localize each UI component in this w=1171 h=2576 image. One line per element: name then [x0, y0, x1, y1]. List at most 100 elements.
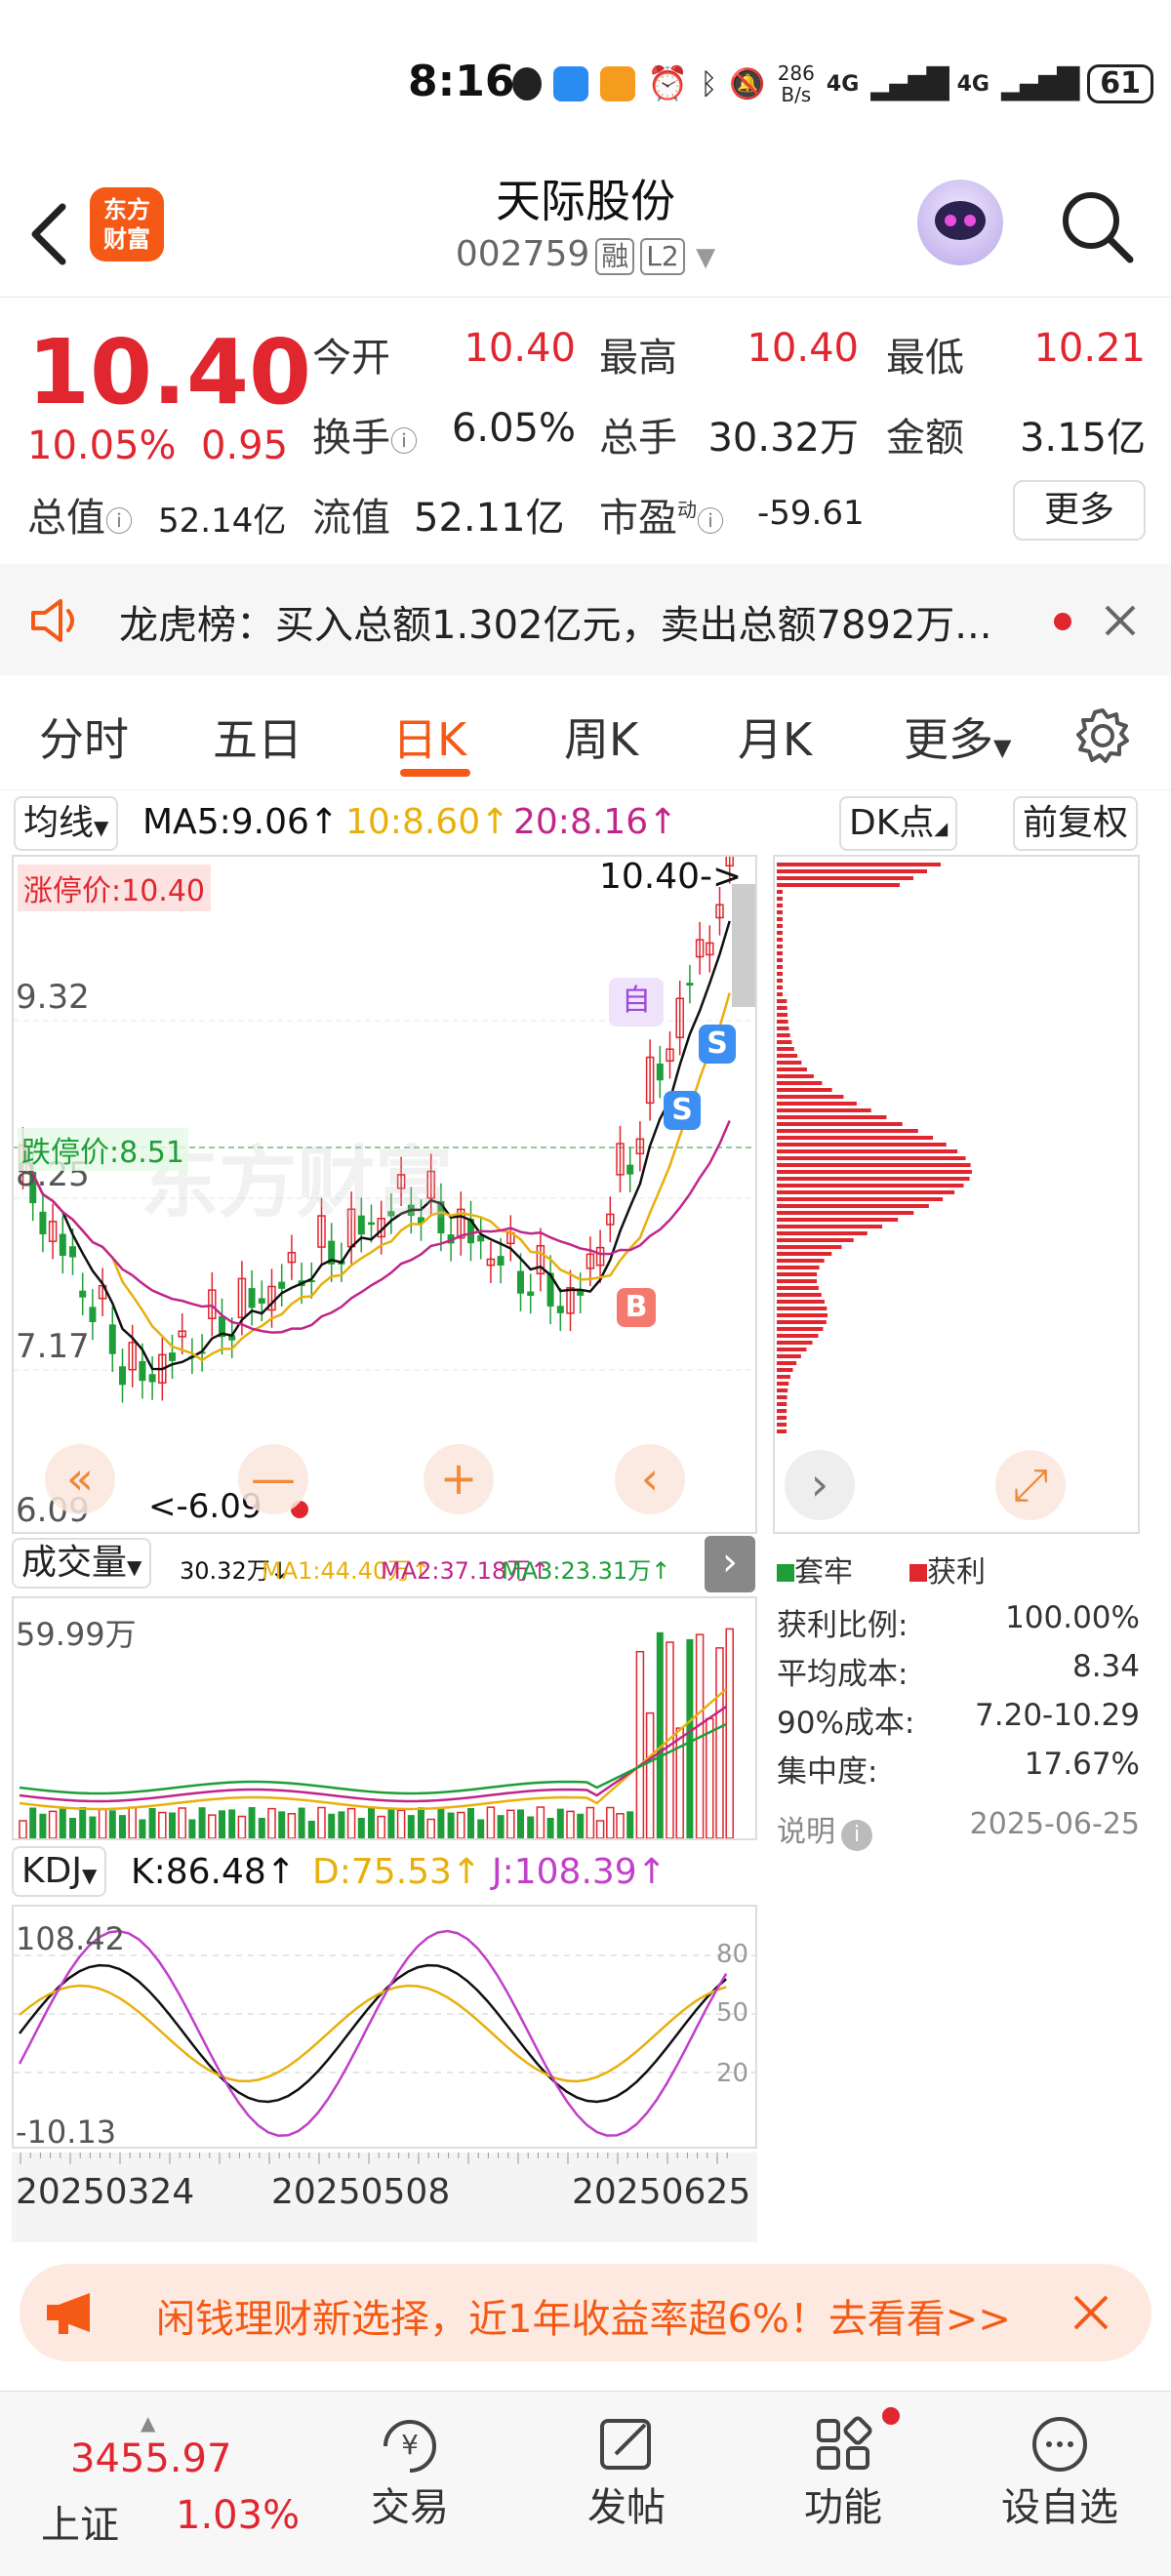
- chip-bar: [777, 917, 783, 921]
- volume-bar: [169, 1812, 176, 1838]
- chip-bar: [777, 1081, 823, 1085]
- margin-badge: 融: [595, 238, 635, 275]
- weather-app-icon: [553, 66, 588, 101]
- mcap-label[interactable]: 总值ⓘ: [27, 486, 133, 543]
- fullscreen-icon[interactable]: ⤢: [995, 1450, 1066, 1520]
- chip-distribution-chart[interactable]: › ⤢: [773, 855, 1140, 1534]
- chip-bar: [777, 951, 783, 955]
- buy-signal-tag[interactable]: B: [617, 1288, 656, 1327]
- caret-up-icon: ▲: [141, 2411, 156, 2435]
- chip-bar: [777, 1279, 818, 1283]
- volume-bar: [467, 1808, 474, 1838]
- chip-bar: [777, 938, 783, 942]
- nav-trade[interactable]: ¥ 交易: [342, 2413, 478, 2532]
- volume-bar: [178, 1807, 186, 1838]
- chip-row: 集中度: 17.67%: [777, 1747, 1140, 1790]
- chip-bar: [777, 945, 783, 948]
- indicator-selector[interactable]: 均线▼: [14, 796, 119, 851]
- volume-selector[interactable]: 成交量▼: [12, 1538, 152, 1589]
- volume-bar: [706, 1717, 714, 1838]
- more-button[interactable]: 更多: [1013, 480, 1146, 541]
- volume-bar: [566, 1810, 575, 1838]
- volume-chart[interactable]: 59.99万: [12, 1596, 757, 1840]
- chip-bar: [777, 1102, 857, 1106]
- dk-point-selector[interactable]: DK点◢: [839, 796, 958, 851]
- index-value: 3455.97: [70, 2436, 232, 2481]
- y-label-3: 7.17: [16, 1327, 90, 1366]
- settings-gear-icon[interactable]: [1073, 706, 1132, 765]
- sell-signal-tag-2[interactable]: S: [699, 1025, 736, 1064]
- chip-bar: [777, 979, 783, 983]
- status-time: 8:16: [408, 57, 515, 106]
- zoom-out-button[interactable]: —: [238, 1444, 308, 1514]
- kline-chart[interactable]: 东方财富 涨停价:10.40 10.40-> 9.32 8.25 7.17 6.…: [12, 855, 757, 1534]
- promo-banner[interactable]: 闲钱理财新选择，近1年收益率超6%！去看看>>: [20, 2264, 1151, 2361]
- chip-bar: [777, 1129, 918, 1133]
- volume-bar: [595, 1820, 605, 1838]
- close-icon[interactable]: [1071, 2293, 1110, 2332]
- candle-body: [79, 1290, 87, 1298]
- scroll-left-button[interactable]: ‹: [615, 1444, 685, 1514]
- chip-bar: [777, 1149, 958, 1153]
- signal-4g-1: 4G: [826, 71, 860, 97]
- kdj-d: D:75.53↑: [312, 1852, 482, 1892]
- unread-dot: [1054, 613, 1071, 630]
- chip-bar: [777, 869, 927, 873]
- candle-body: [108, 1324, 116, 1354]
- stock-header: 东方 财富 天际股份 002759 融 L2 ▼: [0, 166, 1171, 298]
- sell-signal-tag-1[interactable]: S: [664, 1091, 701, 1130]
- volume-bar: [148, 1807, 156, 1838]
- last-price: 10.40: [27, 320, 312, 424]
- self-select-tag[interactable]: 自: [609, 978, 664, 1026]
- kdj-line: [18, 1929, 728, 2137]
- candle-body: [119, 1366, 126, 1386]
- chip-bar: [777, 1067, 807, 1071]
- chip-bar: [777, 910, 783, 914]
- tab-five-day[interactable]: 五日: [213, 704, 303, 769]
- volume-bar: [39, 1813, 47, 1838]
- chip-bar: [777, 1204, 929, 1208]
- volume-bar: [248, 1807, 256, 1838]
- search-icon[interactable]: [1056, 185, 1138, 267]
- chip-bar: [777, 958, 783, 962]
- volume-bar: [497, 1815, 505, 1838]
- dragon-tiger-notice[interactable]: 龙虎榜：买入总额1.302亿元，卖出总额7892万...: [0, 564, 1171, 675]
- kdj-chart[interactable]: 108.42 -10.13 80 50 20: [12, 1905, 757, 2151]
- zoom-in-button[interactable]: +: [424, 1444, 494, 1514]
- adjust-selector[interactable]: 前复权: [1013, 796, 1139, 851]
- robot-assistant-avatar[interactable]: [917, 180, 1003, 265]
- ma5-value: MA5:9.06↑: [142, 802, 340, 842]
- index-ticker[interactable]: ▲ 3455.97 上证 1.03%: [0, 2411, 300, 2557]
- kdj-selector[interactable]: KDJ▼: [12, 1846, 107, 1897]
- ma10-value: 10:8.60↑: [345, 802, 510, 842]
- tab-weekly-k[interactable]: 周K: [564, 704, 638, 769]
- chip-bar: [777, 1143, 947, 1147]
- chip-date: 2025-06-25: [969, 1807, 1140, 1841]
- tab-monthly-k[interactable]: 月K: [738, 704, 812, 769]
- chip-bar: [777, 1190, 955, 1194]
- net-speed: 286 B/s: [777, 61, 815, 106]
- volume-bar: [158, 1811, 167, 1838]
- tab-daily-k[interactable]: 日K: [392, 704, 466, 769]
- chip-bar: [777, 1061, 802, 1065]
- kdj-svg: [14, 1929, 755, 2137]
- chip-bar: [777, 1020, 788, 1024]
- chip-bar: [777, 1293, 822, 1297]
- volume-bar: [725, 1628, 734, 1838]
- nav-features[interactable]: 功能: [775, 2407, 911, 2532]
- nav-watchlist[interactable]: 设自选: [991, 2413, 1128, 2532]
- turnover-label[interactable]: 换手ⓘ: [312, 406, 418, 463]
- nav-post[interactable]: 发帖: [558, 2413, 695, 2532]
- tab-intraday[interactable]: 分时: [39, 704, 129, 769]
- close-icon[interactable]: [1103, 603, 1138, 638]
- tab-more[interactable]: 更多▼: [904, 704, 1011, 769]
- chip-bar: [777, 1416, 787, 1420]
- expand-right-button[interactable]: ›: [785, 1450, 855, 1520]
- panel-expand-button[interactable]: ›: [705, 1536, 755, 1592]
- candle-body: [139, 1360, 146, 1382]
- scroll-left-fast-button[interactable]: «: [45, 1444, 115, 1514]
- scrollbar-thumb[interactable]: [732, 884, 755, 1007]
- volume-bar: [287, 1813, 297, 1838]
- chip-note-button[interactable]: 说明 i: [777, 1807, 872, 1851]
- pe-label[interactable]: 市盈动ⓘ: [599, 486, 724, 543]
